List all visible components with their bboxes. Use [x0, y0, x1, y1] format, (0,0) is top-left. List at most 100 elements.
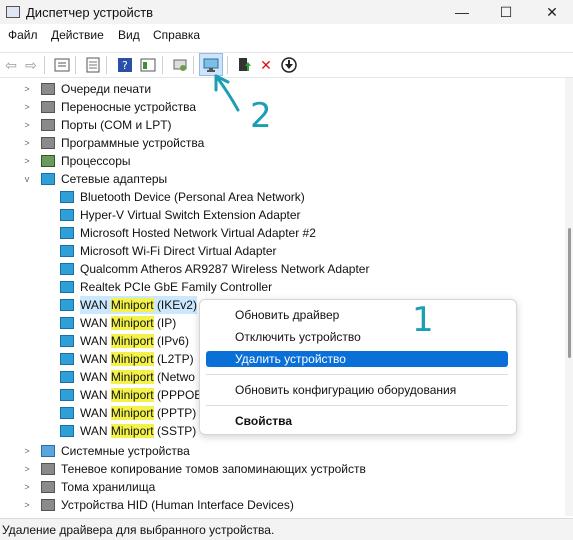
chevron-down-icon[interactable]: v	[22, 170, 32, 188]
network-adapter-icon	[60, 353, 74, 365]
system-device-icon	[41, 445, 55, 457]
scrollbar-thumb[interactable]	[568, 228, 571, 358]
forward-icon[interactable]: ⇨	[23, 57, 39, 73]
printer-icon	[41, 83, 55, 95]
context-menu: Обновить драйвер Отключить устройство Уд…	[199, 299, 517, 435]
console-tree-icon[interactable]	[85, 57, 101, 73]
device-label: Hyper-V Virtual Switch Extension Adapter	[80, 208, 301, 222]
device-label: WAN Miniport (PPPOE	[80, 388, 203, 402]
chevron-right-icon[interactable]: >	[22, 442, 32, 460]
device-label: Bluetooth Device (Personal Area Network)	[80, 190, 305, 204]
network-adapter-icon	[60, 209, 74, 221]
network-adapter-icon	[60, 317, 74, 329]
toolbar-separator	[106, 56, 107, 74]
close-button[interactable]: ✕	[537, 2, 567, 22]
uninstall-icon[interactable]: ✕	[258, 57, 274, 73]
status-text: Удаление драйвера для выбранного устройс…	[2, 523, 275, 537]
tree-category-label: Теневое копирование томов запоминающих у…	[61, 462, 366, 476]
chevron-right-icon[interactable]: >	[22, 460, 32, 478]
network-adapter-icon	[60, 335, 74, 347]
minimize-button[interactable]: —	[447, 2, 477, 22]
device-label: WAN Miniport (Netwo	[80, 370, 195, 384]
back-icon[interactable]: ⇦	[3, 57, 19, 73]
chevron-right-icon[interactable]: >	[22, 134, 32, 152]
tree-category-label: Порты (COM и LPT)	[61, 118, 172, 132]
title-bar: Диспетчер устройств — ☐ ✕	[0, 0, 573, 24]
toolbar-separator	[193, 56, 194, 74]
disable-icon[interactable]	[281, 57, 297, 73]
tree-category-label: Сетевые адаптеры	[61, 172, 168, 186]
device-label: WAN Miniport (IKEv2)	[80, 296, 197, 314]
ctx-properties[interactable]: Свойства	[206, 413, 508, 429]
network-adapter-icon	[60, 389, 74, 401]
menu-help[interactable]: Справка	[153, 28, 200, 42]
menu-view[interactable]: Вид	[118, 28, 140, 42]
window-title: Диспетчер устройств	[26, 5, 154, 20]
port-icon	[41, 119, 55, 131]
network-adapter-icon	[60, 299, 74, 311]
tree-category-label: Программные устройства	[61, 136, 205, 150]
ctx-item-label: Удалить устройство	[235, 352, 346, 366]
device-label: Realtek PCIe GbE Family Controller	[80, 280, 273, 294]
device-label: Microsoft Wi-Fi Direct Virtual Adapter	[80, 244, 277, 258]
network-adapter-icon	[60, 281, 74, 293]
svg-text:?: ?	[122, 59, 128, 72]
storage-icon	[41, 463, 55, 475]
ctx-item-label: Свойства	[235, 414, 293, 428]
monitor-icon[interactable]	[203, 57, 219, 73]
network-adapter-icon	[60, 425, 74, 437]
maximize-button[interactable]: ☐	[491, 2, 521, 22]
chevron-right-icon[interactable]: >	[22, 98, 32, 116]
tree-category-label: Очереди печати	[61, 82, 152, 96]
scan-hardware-icon[interactable]	[172, 57, 188, 73]
vertical-scrollbar[interactable]	[565, 78, 573, 516]
ctx-separator	[206, 405, 508, 406]
device-label: WAN Miniport (L2TP)	[80, 352, 194, 366]
ctx-update-driver[interactable]: Обновить драйвер	[206, 307, 508, 323]
network-adapter-icon	[60, 245, 74, 257]
toolbar-separator	[44, 56, 45, 74]
device-label: Qualcomm Atheros AR9287 Wireless Network…	[80, 262, 370, 276]
help-icon[interactable]: ?	[117, 57, 133, 73]
menu-action[interactable]: Действие	[51, 28, 104, 42]
processor-icon	[41, 155, 55, 167]
update-driver-icon[interactable]	[236, 57, 252, 73]
annotation-number-one: 1	[412, 300, 434, 340]
chevron-right-icon[interactable]: >	[22, 478, 32, 496]
ctx-scan-hardware[interactable]: Обновить конфигурацию оборудования	[206, 382, 508, 398]
network-adapter-icon	[60, 263, 74, 275]
tree-category-label: Тома хранилища	[61, 480, 156, 494]
tree-category-label: Процессоры	[61, 154, 131, 168]
device-label: WAN Miniport (SSTP)	[80, 424, 197, 438]
toolbar-separator	[162, 56, 163, 74]
network-adapter-icon	[60, 371, 74, 383]
annotation-number-two: 2	[250, 96, 272, 136]
device-label: WAN Miniport (IPv6)	[80, 334, 189, 348]
chevron-right-icon[interactable]: >	[22, 152, 32, 170]
portable-device-icon	[41, 101, 55, 113]
properties-icon[interactable]	[54, 57, 70, 73]
device-tree: > Очереди печати > Переносные устройства…	[0, 80, 563, 516]
toolbar-separator	[227, 56, 228, 74]
tree-category-label: Устройства HID (Human Interface Devices)	[61, 498, 294, 512]
device-manager-icon	[6, 6, 20, 18]
ctx-item-label: Обновить конфигурацию оборудования	[235, 383, 457, 397]
chevron-right-icon[interactable]: >	[22, 80, 32, 98]
ctx-uninstall-device[interactable]: Удалить устройство	[206, 351, 508, 367]
toolbar: ⇦ ⇨ ? ✕	[0, 52, 573, 78]
device-label: WAN Miniport (PPTP)	[80, 406, 197, 420]
hid-icon	[41, 499, 55, 511]
view-icon[interactable]	[140, 57, 156, 73]
volume-icon	[41, 481, 55, 493]
toolbar-separator	[75, 56, 76, 74]
device-label: WAN Miniport (IP)	[80, 316, 177, 330]
tree-category-label: Системные устройства	[61, 444, 190, 458]
software-device-icon	[41, 137, 55, 149]
chevron-right-icon[interactable]: >	[22, 496, 32, 514]
ctx-item-label: Отключить устройство	[235, 330, 361, 344]
device-label: Microsoft Hosted Network Virtual Adapter…	[80, 226, 316, 240]
chevron-right-icon[interactable]: >	[22, 116, 32, 134]
menu-file[interactable]: Файл	[8, 28, 38, 42]
tree-category-label: Переносные устройства	[61, 100, 197, 114]
ctx-disable-device[interactable]: Отключить устройство	[206, 329, 508, 345]
